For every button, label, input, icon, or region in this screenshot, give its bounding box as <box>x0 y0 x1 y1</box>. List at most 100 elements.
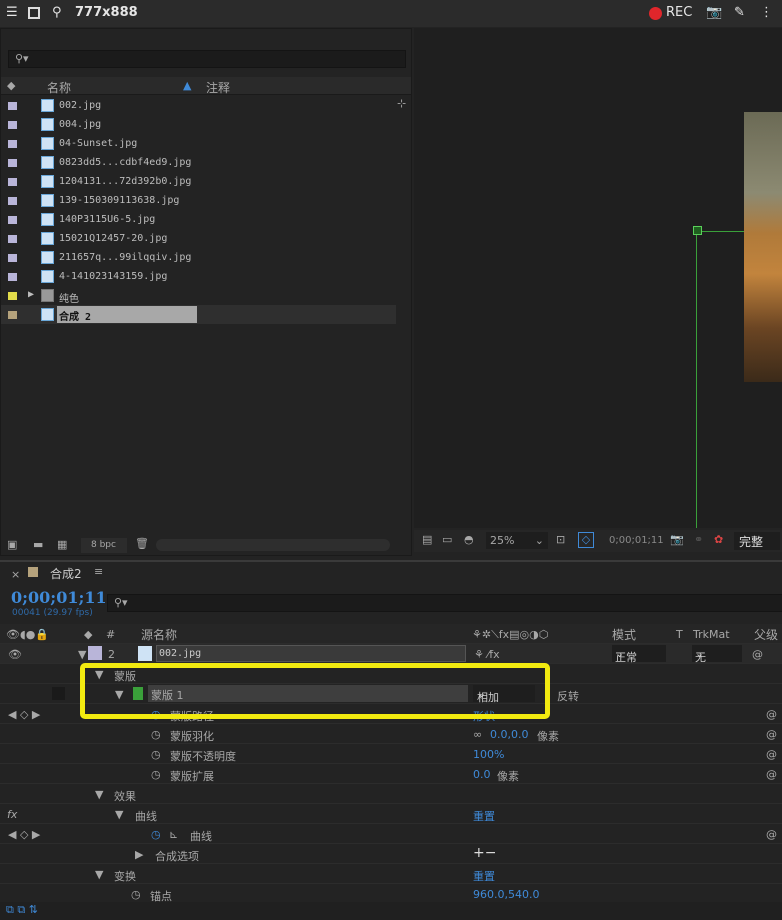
mode-dropdown[interactable]: 正常 ⌄ <box>612 645 666 664</box>
resolution-dropdown[interactable]: 完整 <box>734 532 780 550</box>
keyframe-nav-icon[interactable]: ◀ ◇ ▶ <box>8 708 40 721</box>
region-of-interest-icon[interactable]: ⊡ <box>556 533 565 546</box>
show-snapshot-icon[interactable]: ⚭ <box>694 533 703 546</box>
new-comp-icon[interactable]: ▦ <box>57 538 67 551</box>
label-color[interactable] <box>8 273 17 281</box>
shy-switch-icon[interactable]: ⚘ ⁄fx <box>474 648 500 661</box>
toggle-switches-icon[interactable]: ⧉ ⧉ ⇅ <box>6 903 38 917</box>
flowchart-icon[interactable]: ⊹ <box>397 97 406 110</box>
label-color[interactable] <box>8 254 17 262</box>
stopwatch-icon[interactable]: ◷ <box>151 768 161 781</box>
mask-expansion-row[interactable]: ◷ 蒙版扩展 0.0 像素 @ <box>0 764 782 784</box>
label-color[interactable] <box>8 292 17 300</box>
mask-vertex-handle[interactable] <box>693 226 702 235</box>
keyframe-nav-icon[interactable]: ◀ ◇ ▶ <box>8 828 40 841</box>
label-color[interactable] <box>8 178 17 186</box>
expand-icon[interactable]: ▼ <box>78 648 86 661</box>
viewer-timecode[interactable]: 0;00;01;11 <box>609 535 664 546</box>
mask-expansion-value[interactable]: 0.0 <box>473 768 491 781</box>
add-remove-button[interactable]: +− <box>473 845 496 861</box>
transparency-grid-icon[interactable]: ◇ <box>578 532 594 548</box>
pickwhip-icon[interactable]: @ <box>766 728 777 741</box>
pickwhip-icon[interactable]: @ <box>766 748 777 761</box>
pen-icon[interactable]: ✎ <box>734 5 745 20</box>
project-item[interactable]: 004.jpg <box>1 115 396 134</box>
invert-checkbox-label[interactable]: 反转 <box>557 688 579 704</box>
comp-options-row[interactable]: ▶ 合成选项 +− <box>0 844 782 864</box>
eye-icon[interactable]: 👁 <box>8 648 22 661</box>
anchor-point-value[interactable]: 960.0,540.0 <box>473 888 539 901</box>
effects-group-row[interactable]: ▼ 效果 <box>0 784 782 804</box>
label-color[interactable] <box>8 102 17 110</box>
sort-ascending-icon[interactable]: ▲ <box>183 79 191 92</box>
project-item[interactable]: 04-Sunset.jpg <box>1 134 396 153</box>
more-icon[interactable]: ⋮ <box>760 5 773 20</box>
pickwhip-icon[interactable]: @ <box>766 828 777 841</box>
label-color[interactable] <box>8 197 17 205</box>
bpc-button[interactable]: 8 bpc <box>81 538 127 553</box>
mask-feather-row[interactable]: ◷ 蒙版羽化 ∞ 0.0,0.0 像素 @ <box>0 724 782 744</box>
mask-opacity-row[interactable]: ◷ 蒙版不透明度 100% @ <box>0 744 782 764</box>
mask-feather-value[interactable]: 0.0,0.0 <box>490 728 528 741</box>
label-color[interactable] <box>8 311 17 319</box>
reset-link[interactable]: 重置 <box>473 808 495 824</box>
search-icon[interactable]: ⚲ <box>52 5 62 20</box>
project-item[interactable]: 15021Q12457-20.jpg <box>1 229 396 248</box>
anchor-point-row[interactable]: ◷ 锚点 960.0,540.0 <box>0 884 782 904</box>
label-color[interactable] <box>8 159 17 167</box>
interpret-footage-icon[interactable]: ▣ <box>7 538 17 551</box>
project-item[interactable]: 1204131...72d392b0.jpg <box>1 172 396 191</box>
camera-icon[interactable]: 📷 <box>706 5 722 20</box>
label-color[interactable] <box>8 235 17 243</box>
expand-icon[interactable]: ▼ <box>95 868 103 881</box>
layer-color-label[interactable] <box>88 646 102 660</box>
stopwatch-icon[interactable]: ◷ <box>151 828 161 841</box>
expand-icon[interactable]: ▼ <box>95 788 103 801</box>
layer-row[interactable]: 👁 ▼ 2 002.jpg ⚘ ⁄fx 正常 ⌄ 无 ⌄ @ <box>0 644 782 664</box>
viewer-canvas[interactable] <box>414 28 782 528</box>
stopwatch-icon[interactable]: ◷ <box>151 748 161 761</box>
comment-column-header[interactable]: 注释 <box>206 79 230 96</box>
label-color[interactable] <box>8 216 17 224</box>
horizontal-scrollbar[interactable] <box>156 539 390 551</box>
current-time[interactable]: 0;00;01;11 <box>11 588 107 607</box>
layer-name[interactable]: 002.jpg <box>156 645 466 662</box>
rec-label[interactable]: REC <box>666 5 692 20</box>
pickwhip-icon[interactable]: @ <box>766 768 777 781</box>
window-icon[interactable] <box>28 7 40 19</box>
project-item[interactable]: 合成 2 <box>1 305 396 324</box>
delete-icon[interactable]: 🗑 <box>135 537 149 550</box>
lock-switch[interactable] <box>52 687 65 700</box>
project-item[interactable]: 139-150309113638.jpg <box>1 191 396 210</box>
expand-icon[interactable]: ▶ <box>28 289 34 300</box>
reset-link[interactable]: 重置 <box>473 868 495 884</box>
panel-menu-icon[interactable]: ≡ <box>94 565 103 578</box>
zoom-dropdown[interactable]: 25% ⌄ <box>486 532 548 549</box>
fx-icon[interactable]: fx <box>7 808 17 821</box>
project-item[interactable]: ▶ 纯色 <box>1 286 396 305</box>
label-color[interactable] <box>8 140 17 148</box>
trkmat-dropdown[interactable]: 无 ⌄ <box>692 645 742 664</box>
stopwatch-icon[interactable]: ◷ <box>151 728 161 741</box>
expand-icon[interactable]: ▶ <box>135 848 143 861</box>
link-icon[interactable]: ∞ <box>473 728 482 741</box>
timeline-tab[interactable]: 合成2 <box>50 565 82 582</box>
new-folder-icon[interactable]: ▬ <box>33 538 43 551</box>
project-item[interactable]: 140P3115U6-5.jpg <box>1 210 396 229</box>
mask-opacity-value[interactable]: 100% <box>473 748 504 761</box>
project-item[interactable]: 002.jpg <box>1 96 396 115</box>
project-search-input[interactable]: ⚲▾ <box>8 50 406 68</box>
menu-icon[interactable]: ☰ <box>6 5 18 20</box>
label-color[interactable] <box>8 121 17 129</box>
project-item[interactable]: 0823dd5...cdbf4ed9.jpg <box>1 153 396 172</box>
name-column-header[interactable]: 名称 <box>47 79 71 96</box>
always-preview-icon[interactable]: ▤ <box>422 533 432 546</box>
monitor-icon[interactable]: ▭ <box>442 533 452 546</box>
record-icon[interactable] <box>649 7 662 20</box>
timeline-search-input[interactable]: ⚲▾ <box>107 594 782 612</box>
project-item[interactable]: 4-141023143159.jpg <box>1 267 396 286</box>
curves-property-row[interactable]: ◀ ◇ ▶ ◷ ⊾ 曲线 @ <box>0 824 782 844</box>
transform-group-row[interactable]: ▼ 变换 重置 <box>0 864 782 884</box>
snapshot-icon[interactable]: 📷 <box>670 533 684 546</box>
expand-icon[interactable]: ▼ <box>115 808 123 821</box>
